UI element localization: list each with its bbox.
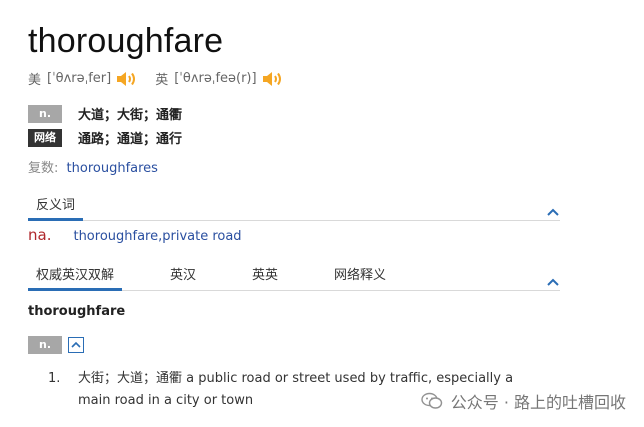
definition-row-noun: n. 大道；大街；通衢 <box>28 104 182 123</box>
pos-badge: n. <box>28 336 62 354</box>
antonym-link[interactable]: thoroughfare,private road <box>73 229 241 244</box>
chevron-up-icon[interactable] <box>546 272 560 286</box>
tab-antonyms[interactable]: 反义词 <box>28 194 84 221</box>
tab-en-en[interactable]: 英英 <box>244 264 286 290</box>
speaker-icon[interactable] <box>115 70 137 88</box>
pronunciation-uk: 英 [ˈθʌrəˌfeə(r)] <box>155 69 282 88</box>
authority-headword: thoroughfare <box>28 304 126 319</box>
antonym-row: na. thoroughfare,private road <box>28 226 242 244</box>
definition-text: 大道；大街；通衢 <box>78 108 183 123</box>
speaker-icon[interactable] <box>261 70 283 88</box>
definition-text: 通路；通道；通行 <box>78 132 183 147</box>
pron-label-us: 美 <box>28 73 42 88</box>
plural-link[interactable]: thoroughfares <box>67 161 158 176</box>
sense-number: 1. <box>48 371 61 386</box>
pron-label-uk: 英 <box>155 73 169 88</box>
web-badge: 网络 <box>28 128 62 147</box>
definition-row-web: 网络 通路；通道；通行 <box>28 128 182 147</box>
tab-web[interactable]: 网络释义 <box>326 264 394 290</box>
tab-en-cn[interactable]: 英汉 <box>162 264 204 290</box>
plural-label: 复数: <box>28 161 59 176</box>
antonym-tabbar: 反义词 <box>28 192 560 221</box>
dictionary-tabbar: 权威英汉双解 英汉 英英 网络释义 <box>28 262 560 291</box>
antonym-pos: na. <box>28 226 52 244</box>
pron-ipa-us: [ˈθʌrəˌfer] <box>47 71 112 86</box>
plural-form: 复数: thoroughfares <box>28 157 158 176</box>
tab-authority[interactable]: 权威英汉双解 <box>28 264 123 291</box>
watermark: 公众号 · 路上的吐槽回收 <box>421 389 626 413</box>
watermark-text: 公众号 · 路上的吐槽回收 <box>450 393 626 412</box>
authority-pos-row: n. <box>28 336 84 354</box>
headword: thoroughfare <box>28 22 224 60</box>
pronunciation-row: 美 [ˈθʌrəˌfer] 英 [ˈθʌrəˌfeə(r)] <box>28 69 301 88</box>
collapse-button[interactable] <box>68 337 84 353</box>
chevron-up-icon <box>71 341 81 348</box>
pronunciation-us: 美 [ˈθʌrəˌfer] <box>28 69 137 88</box>
pos-badge: n. <box>28 104 62 123</box>
wechat-icon <box>421 392 443 410</box>
chevron-up-icon[interactable] <box>546 202 560 216</box>
pron-ipa-uk: [ˈθʌrəˌfeə(r)] <box>174 71 257 86</box>
